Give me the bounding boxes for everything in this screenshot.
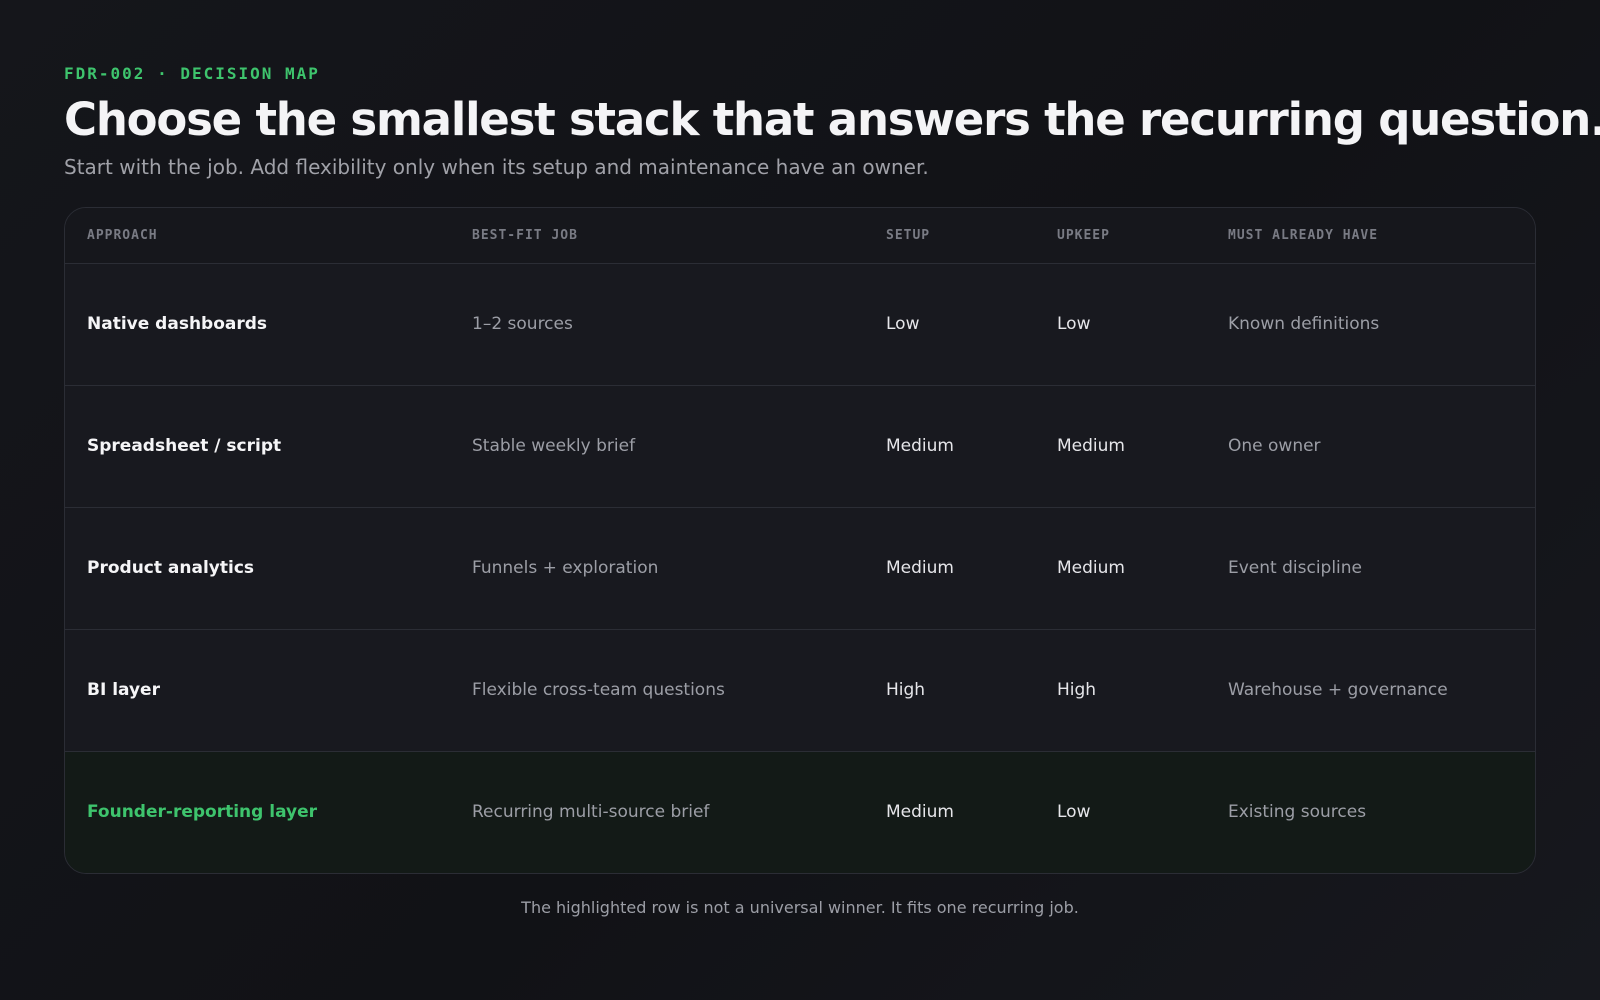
column-header-upkeep: UPKEEP xyxy=(1035,208,1206,264)
cell-approach: Native dashboards xyxy=(65,263,450,386)
cell-upkeep: Low xyxy=(1035,751,1206,873)
cell-upkeep: High xyxy=(1035,629,1206,752)
decision-map-page: FDR-002 · DECISION MAP Choose the smalle… xyxy=(0,0,1600,1000)
column-header-approach: APPROACH xyxy=(65,208,450,264)
cell-upkeep: Low xyxy=(1035,263,1206,386)
cell-job: Funnels + exploration xyxy=(450,507,864,630)
page-subtitle: Start with the job. Add flexibility only… xyxy=(64,155,929,179)
cell-job: Recurring multi-source brief xyxy=(450,751,864,873)
cell-upkeep: Medium xyxy=(1035,385,1206,508)
cell-approach: Founder-reporting layer xyxy=(65,751,450,873)
cell-approach: BI layer xyxy=(65,629,450,752)
table-header-row: APPROACH BEST-FIT JOB SETUP UPKEEP MUST … xyxy=(65,208,1535,264)
cell-setup: Medium xyxy=(864,751,1035,873)
cell-job: Flexible cross-team questions xyxy=(450,629,864,752)
column-header-must-already-have: MUST ALREADY HAVE xyxy=(1206,208,1535,264)
cell-setup: High xyxy=(864,629,1035,752)
cell-approach: Spreadsheet / script xyxy=(65,385,450,508)
eyebrow-label: FDR-002 · DECISION MAP xyxy=(64,64,320,83)
column-header-best-fit-job: BEST-FIT JOB xyxy=(450,208,864,264)
column-header-setup: SETUP xyxy=(864,208,1035,264)
table-row-highlighted: Founder-reporting layer Recurring multi-… xyxy=(65,751,1535,873)
cell-approach: Product analytics xyxy=(65,507,450,630)
cell-prereq: One owner xyxy=(1206,385,1535,508)
page-title: Choose the smallest stack that answers t… xyxy=(64,93,1600,146)
table-row: Native dashboards 1–2 sources Low Low Kn… xyxy=(65,263,1535,386)
decision-table-card: APPROACH BEST-FIT JOB SETUP UPKEEP MUST … xyxy=(64,207,1536,874)
table-row: BI layer Flexible cross-team questions H… xyxy=(65,629,1535,752)
decision-table: APPROACH BEST-FIT JOB SETUP UPKEEP MUST … xyxy=(65,208,1535,873)
footnote: The highlighted row is not a universal w… xyxy=(521,898,1079,917)
cell-setup: Low xyxy=(864,263,1035,386)
cell-prereq: Existing sources xyxy=(1206,751,1535,873)
cell-setup: Medium xyxy=(864,385,1035,508)
cell-prereq: Known definitions xyxy=(1206,263,1535,386)
cell-prereq: Warehouse + governance xyxy=(1206,629,1535,752)
cell-job: 1–2 sources xyxy=(450,263,864,386)
cell-setup: Medium xyxy=(864,507,1035,630)
table-row: Product analytics Funnels + exploration … xyxy=(65,507,1535,630)
cell-job: Stable weekly brief xyxy=(450,385,864,508)
cell-prereq: Event discipline xyxy=(1206,507,1535,630)
table-row: Spreadsheet / script Stable weekly brief… xyxy=(65,385,1535,508)
cell-upkeep: Medium xyxy=(1035,507,1206,630)
